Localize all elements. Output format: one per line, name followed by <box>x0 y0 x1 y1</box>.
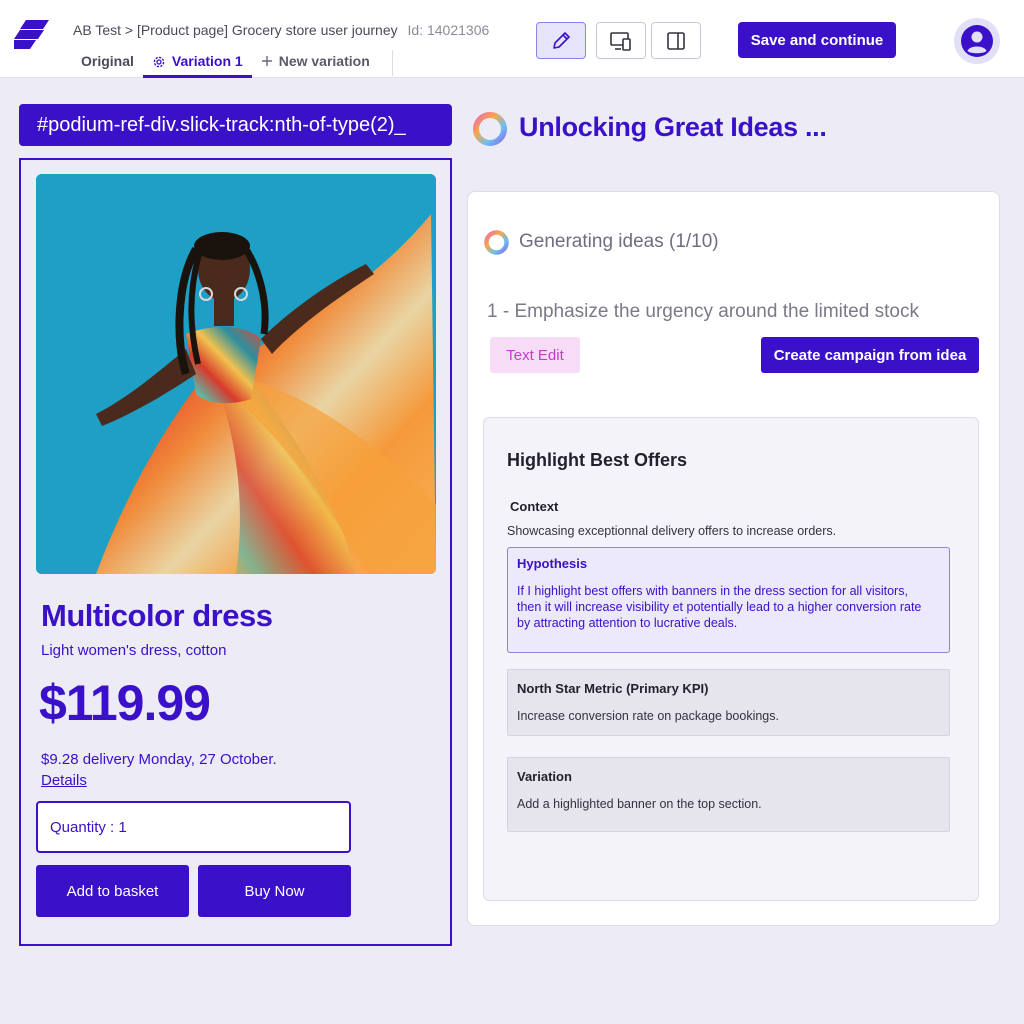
idea-title: 1 - Emphasize the urgency around the lim… <box>487 301 919 322</box>
product-subtitle: Light women's dress, cotton <box>41 642 227 659</box>
tab-label: New variation <box>278 53 370 69</box>
tab-original[interactable]: Original <box>72 50 143 78</box>
tab-variation-1[interactable]: Variation 1 <box>142 50 252 78</box>
create-campaign-button[interactable]: Create campaign from idea <box>761 337 979 373</box>
tab-label: Original <box>81 53 134 69</box>
hypothesis-box: Hypothesis If I highlight best offers wi… <box>507 547 950 653</box>
add-to-basket-button[interactable]: Add to basket <box>36 865 189 917</box>
test-id: Id: 14021306 <box>407 22 490 38</box>
user-icon <box>961 25 993 57</box>
device-preview-button[interactable] <box>596 22 646 59</box>
plus-icon <box>261 56 272 66</box>
context-text: Showcasing exceptionnal delivery offers … <box>507 524 837 538</box>
variation-text: Add a highlighted banner on the top sect… <box>517 797 762 811</box>
breadcrumb: AB Test > [Product page] Grocery store u… <box>73 22 489 38</box>
variation-label: Variation <box>517 769 572 784</box>
kpi-box: North Star Metric (Primary KPI) Increase… <box>507 669 950 736</box>
ideas-heading: Unlocking Great Ideas ... <box>519 112 827 142</box>
save-and-continue-button[interactable]: Save and continue <box>738 22 896 58</box>
variation-tabs: Original Variation 1 New variation <box>72 50 379 78</box>
hypothesis-text: by attracting attention to lucrative dea… <box>517 616 738 630</box>
tab-new-variation[interactable]: New variation <box>252 50 379 78</box>
idea-type-tag: Text Edit <box>490 337 580 373</box>
hypothesis-label: Hypothesis <box>517 556 588 571</box>
logo-icon[interactable] <box>14 18 50 50</box>
product-image <box>36 174 436 574</box>
edit-mode-button[interactable] <box>536 22 586 59</box>
breadcrumb-path[interactable]: AB Test > [Product page] Grocery store u… <box>73 22 398 38</box>
product-price: $119.99 <box>39 675 211 731</box>
hypothesis-text: If I highlight best offers with banners … <box>517 584 908 598</box>
loading-ring-icon <box>484 230 509 255</box>
details-link[interactable]: Details <box>41 772 87 789</box>
settings-icon <box>153 56 165 68</box>
avatar[interactable] <box>954 18 1000 64</box>
delivery-info: $9.28 delivery Monday, 27 October. <box>41 751 277 768</box>
product-title: Multicolor dress <box>41 598 273 633</box>
idea-detail-title: Highlight Best Offers <box>507 450 688 470</box>
generation-status: Generating ideas (1/10) <box>519 231 719 252</box>
quantity-field[interactable]: Quantity : 1 <box>36 801 351 853</box>
loading-ring-icon <box>473 112 507 146</box>
buy-now-button[interactable]: Buy Now <box>198 865 351 917</box>
element-selector-tag: #podium-ref-div.slick-track:nth-of-type(… <box>19 104 452 146</box>
kpi-label: North Star Metric (Primary KPI) <box>517 681 709 696</box>
tab-divider <box>392 50 393 76</box>
hypothesis-text: then it will increase visibility et pote… <box>517 600 922 614</box>
side-panel-button[interactable] <box>651 22 701 59</box>
kpi-text: Increase conversion rate on package book… <box>517 709 779 723</box>
responsive-devices-icon <box>610 31 631 51</box>
top-bar: AB Test > [Product page] Grocery store u… <box>0 0 1024 78</box>
pencil-icon <box>553 31 570 49</box>
tab-label: Variation 1 <box>171 53 243 69</box>
side-panel-icon <box>667 31 685 50</box>
context-label: Context <box>510 499 559 514</box>
variation-box: Variation Add a highlighted banner on th… <box>507 757 950 832</box>
